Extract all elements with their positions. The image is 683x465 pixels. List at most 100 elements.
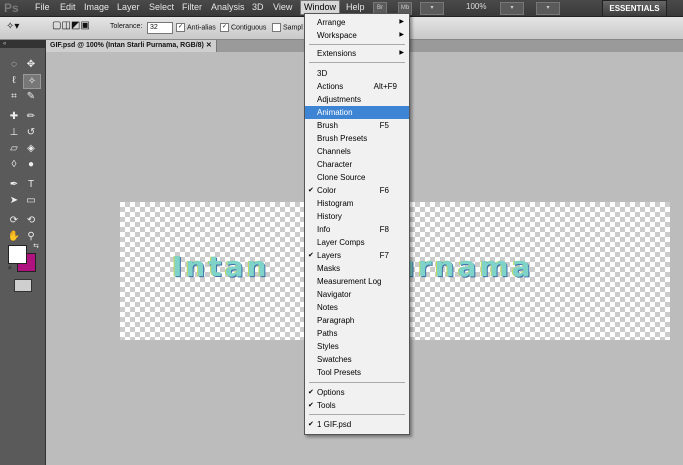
menu-item-clone-source[interactable]: Clone Source (305, 171, 409, 184)
contiguous-checkbox[interactable]: ✓ Contiguous (220, 23, 266, 32)
menu-item-animation[interactable]: Animation (305, 106, 409, 119)
screen-mode-icon[interactable]: ▾ (536, 2, 560, 15)
menu-item-navigator[interactable]: Navigator (305, 288, 409, 301)
check-icon: ✓ (176, 23, 185, 32)
menu-item-arrange[interactable]: Arrange ▶ (305, 16, 409, 29)
eyedropper-tool-icon[interactable]: ✎ (23, 90, 39, 103)
menu-item-channels[interactable]: Channels (305, 145, 409, 158)
marquee-tool-icon[interactable]: ◌ (6, 58, 22, 71)
default-colors-icon[interactable]: ◾ (2, 262, 18, 275)
menu-item-3d[interactable]: 3D (305, 67, 409, 80)
checkmark-icon: ✔ (308, 402, 314, 409)
menu-item-tool-presets[interactable]: Tool Presets (305, 366, 409, 379)
menu-item-extensions[interactable]: Extensions ▶ (305, 47, 409, 60)
menu-item-layer-comps[interactable]: Layer Comps (305, 236, 409, 249)
menu-item-paths[interactable]: Paths (305, 327, 409, 340)
checkmark-icon: ✔ (308, 389, 314, 396)
menu-item-open-document[interactable]: ✔ 1 GIF.psd (305, 418, 409, 431)
paint-bucket-icon[interactable]: ◈ (23, 142, 39, 155)
menu-analysis[interactable]: Analysis (208, 2, 248, 13)
pen-tool-icon[interactable]: ✒ (6, 178, 22, 191)
tolerance-label: Tolerance: (110, 23, 143, 30)
document-tab-title: GIF.psd @ 100% (Intan Starli Purnama, RG… (50, 42, 204, 49)
menu-item-brush[interactable]: Brush F5 (305, 119, 409, 132)
move-tool-icon[interactable]: ✥ (23, 58, 39, 71)
sample-all-layers-checkbox[interactable]: Sampl (272, 23, 303, 32)
3d-orbit-icon[interactable]: ⟲ (23, 214, 39, 227)
blur-tool-icon[interactable]: ◊ (6, 158, 22, 171)
menu-item-color[interactable]: ✔ Color F6 (305, 184, 409, 197)
menu-item-actions[interactable]: Actions Alt+F9 (305, 80, 409, 93)
history-brush-icon[interactable]: ↺ (23, 126, 39, 139)
check-icon: ✓ (220, 23, 229, 32)
magic-wand-tool-icon[interactable]: ✧ (23, 74, 41, 89)
tolerance-input[interactable]: 32 (147, 22, 173, 34)
zoom-level[interactable]: 100% (466, 2, 486, 11)
menu-separator (309, 414, 405, 415)
menu-item-brush-presets[interactable]: Brush Presets (305, 132, 409, 145)
menu-item-tools[interactable]: ✔ Tools (305, 399, 409, 412)
toolbox-collapse[interactable]: « (0, 40, 45, 48)
extras-icon[interactable]: ▾ (420, 2, 444, 15)
checkmark-icon: ✔ (308, 252, 314, 259)
menu-image[interactable]: Image (81, 2, 112, 13)
hand-tool-icon[interactable]: ✋ (6, 230, 22, 243)
menu-filter[interactable]: Filter (179, 2, 205, 13)
crop-tool-icon[interactable]: ⌗ (6, 90, 22, 103)
menu-layer[interactable]: Layer (114, 2, 143, 13)
quick-mask-icon[interactable] (14, 279, 32, 292)
menu-item-measurement-log[interactable]: Measurement Log (305, 275, 409, 288)
menu-item-swatches[interactable]: Swatches (305, 353, 409, 366)
menu-item-adjustments[interactable]: Adjustments (305, 93, 409, 106)
menu-separator (309, 382, 405, 383)
menu-item-masks[interactable]: Masks (305, 262, 409, 275)
menu-help[interactable]: Help (343, 2, 368, 13)
menu-item-history[interactable]: History (305, 210, 409, 223)
workspace-essentials-button[interactable]: ESSENTIALS (602, 0, 667, 17)
menu-separator (309, 44, 405, 45)
stamp-tool-icon[interactable]: ⊥ (6, 126, 22, 139)
swap-colors-icon[interactable]: ⇆ (28, 240, 44, 253)
shape-tool-icon[interactable]: ▭ (23, 194, 39, 207)
close-icon[interactable]: ✕ (206, 42, 212, 49)
anti-alias-checkbox[interactable]: ✓ Anti-alias (176, 23, 216, 32)
menu-edit[interactable]: Edit (57, 2, 79, 13)
healing-tool-icon[interactable]: ✚ (6, 110, 22, 123)
menu-item-workspace[interactable]: Workspace ▶ (305, 29, 409, 42)
checkmark-icon: ✔ (308, 187, 314, 194)
checkbox-empty-icon (272, 23, 281, 32)
selection-mode-icon[interactable]: ▢◫◩▣ (52, 20, 90, 31)
menu-item-character[interactable]: Character (305, 158, 409, 171)
menu-item-styles[interactable]: Styles (305, 340, 409, 353)
menu-item-histogram[interactable]: Histogram (305, 197, 409, 210)
arrange-docs-icon[interactable]: ▾ (500, 2, 524, 15)
magic-wand-icon[interactable]: ✧▾ (6, 21, 19, 32)
sample-label: Sampl (283, 24, 303, 32)
3d-rotate-icon[interactable]: ⟳ (6, 214, 22, 227)
menu-item-layers[interactable]: ✔ Layers F7 (305, 249, 409, 262)
toolbox: « ◌ ✥ ℓ ✧ ⌗ ✎ ✚ ✏ ⊥ ↺ ▱ ◈ ◊ ● ✒ T ➤ ▭ ⟳ … (0, 40, 46, 465)
path-selection-icon[interactable]: ➤ (6, 194, 22, 207)
menu-select[interactable]: Select (146, 2, 177, 13)
brush-tool-icon[interactable]: ✏ (23, 110, 39, 123)
photoshop-logo: Ps (4, 1, 19, 15)
eraser-tool-icon[interactable]: ▱ (6, 142, 22, 155)
submenu-arrow-icon: ▶ (399, 19, 404, 25)
menu-item-paragraph[interactable]: Paragraph (305, 314, 409, 327)
menu-item-info[interactable]: Info F8 (305, 223, 409, 236)
dodge-tool-icon[interactable]: ● (23, 158, 39, 171)
type-tool-icon[interactable]: T (23, 178, 39, 191)
document-tab[interactable]: GIF.psd @ 100% (Intan Starli Purnama, RG… (46, 40, 217, 52)
submenu-arrow-icon: ▶ (399, 32, 404, 38)
menu-3d[interactable]: 3D (249, 2, 267, 13)
menu-separator (309, 62, 405, 63)
menu-view[interactable]: View (270, 2, 295, 13)
contiguous-label: Contiguous (231, 24, 267, 32)
submenu-arrow-icon: ▶ (399, 50, 404, 56)
checkmark-icon: ✔ (308, 421, 314, 428)
menu-item-options[interactable]: ✔ Options (305, 386, 409, 399)
window-menu-dropdown: Arrange ▶ Workspace ▶ Extensions ▶ 3D Actio… (304, 13, 410, 435)
menu-item-notes[interactable]: Notes (305, 301, 409, 314)
menu-file[interactable]: File (32, 2, 53, 13)
lasso-tool-icon[interactable]: ℓ (6, 74, 22, 87)
